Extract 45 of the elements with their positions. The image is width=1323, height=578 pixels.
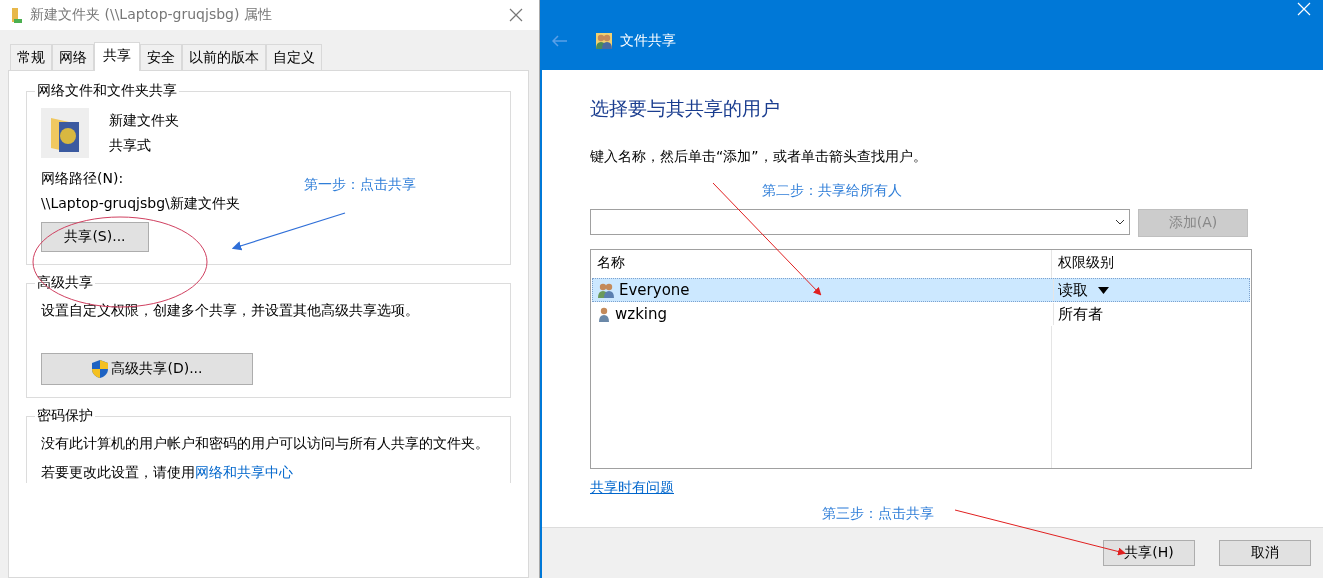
share-button[interactable]: 共享(H) — [1103, 540, 1195, 566]
group-heading: 密码保护 — [35, 407, 95, 425]
user-row[interactable]: Everyone 读取 — [592, 278, 1250, 302]
shield-icon — [91, 359, 110, 379]
group-heading: 高级共享 — [35, 274, 95, 292]
group-heading: 网络文件和文件夹共享 — [35, 82, 179, 100]
page-heading: 选择要与其共享的用户 — [590, 96, 781, 121]
tab[interactable]: 常规 — [10, 44, 52, 71]
folder-name: 新建文件夹 — [109, 111, 179, 130]
share-state: 共享式 — [109, 136, 151, 155]
column-header: 名称 — [596, 253, 626, 272]
permission-level: 所有者 — [1058, 304, 1103, 324]
close-icon[interactable] — [509, 8, 523, 22]
user-icon — [597, 306, 611, 322]
chevron-down-icon[interactable] — [1115, 219, 1125, 225]
tab[interactable]: 安全 — [140, 44, 182, 71]
annotation-text: 第一步：点击共享 — [304, 176, 416, 194]
instruction-text: 键入名称，然后单击“添加”，或者单击箭头查找用户。 — [590, 147, 927, 166]
network-path: \\Laptop-gruqjsbg\新建文件夹 — [41, 194, 240, 213]
folder-icon — [10, 6, 24, 24]
tab[interactable]: 共享 — [94, 42, 140, 71]
user-row[interactable]: wzking 所有者 — [592, 302, 1250, 326]
group-description: 设置自定义权限，创建多个共享，并设置其他高级共享选项。 — [41, 301, 419, 320]
tab[interactable]: 以前的版本 — [182, 44, 266, 71]
network-center-link[interactable]: 网络和共享中心 — [195, 464, 293, 480]
path-label: 网络路径(N): — [41, 169, 124, 188]
permission-level: 读取 — [1058, 280, 1088, 300]
user-name: Everyone — [619, 281, 690, 299]
group-description: 没有此计算机的用户帐户和密码的用户可以访问与所有人共享的文件夹。 — [41, 434, 489, 453]
file-sharing-icon — [596, 33, 612, 49]
change-setting-text: 若要更改此设置，请使用网络和共享中心 — [41, 463, 293, 482]
help-link[interactable]: 共享时有问题 — [590, 479, 674, 497]
share-button[interactable]: 共享(S)... — [41, 222, 149, 252]
shared-folder-icon — [41, 108, 89, 158]
cancel-button[interactable]: 取消 — [1219, 540, 1311, 566]
user-name: wzking — [615, 305, 668, 323]
window-title: 新建文件夹 (\\Laptop-gruqjsbg) 属性 — [30, 6, 273, 24]
tab[interactable]: 自定义 — [266, 44, 322, 71]
annotation-text: 第二步：共享给所有人 — [762, 182, 902, 200]
advanced-sharing-button[interactable]: 高级共享(D)... — [41, 353, 253, 385]
dropdown-triangle-icon[interactable] — [1098, 286, 1109, 294]
tab[interactable]: 网络 — [52, 44, 94, 71]
users-icon — [597, 282, 615, 298]
annotation-text: 第三步：点击共享 — [822, 505, 934, 523]
window-title: 文件共享 — [620, 32, 676, 50]
